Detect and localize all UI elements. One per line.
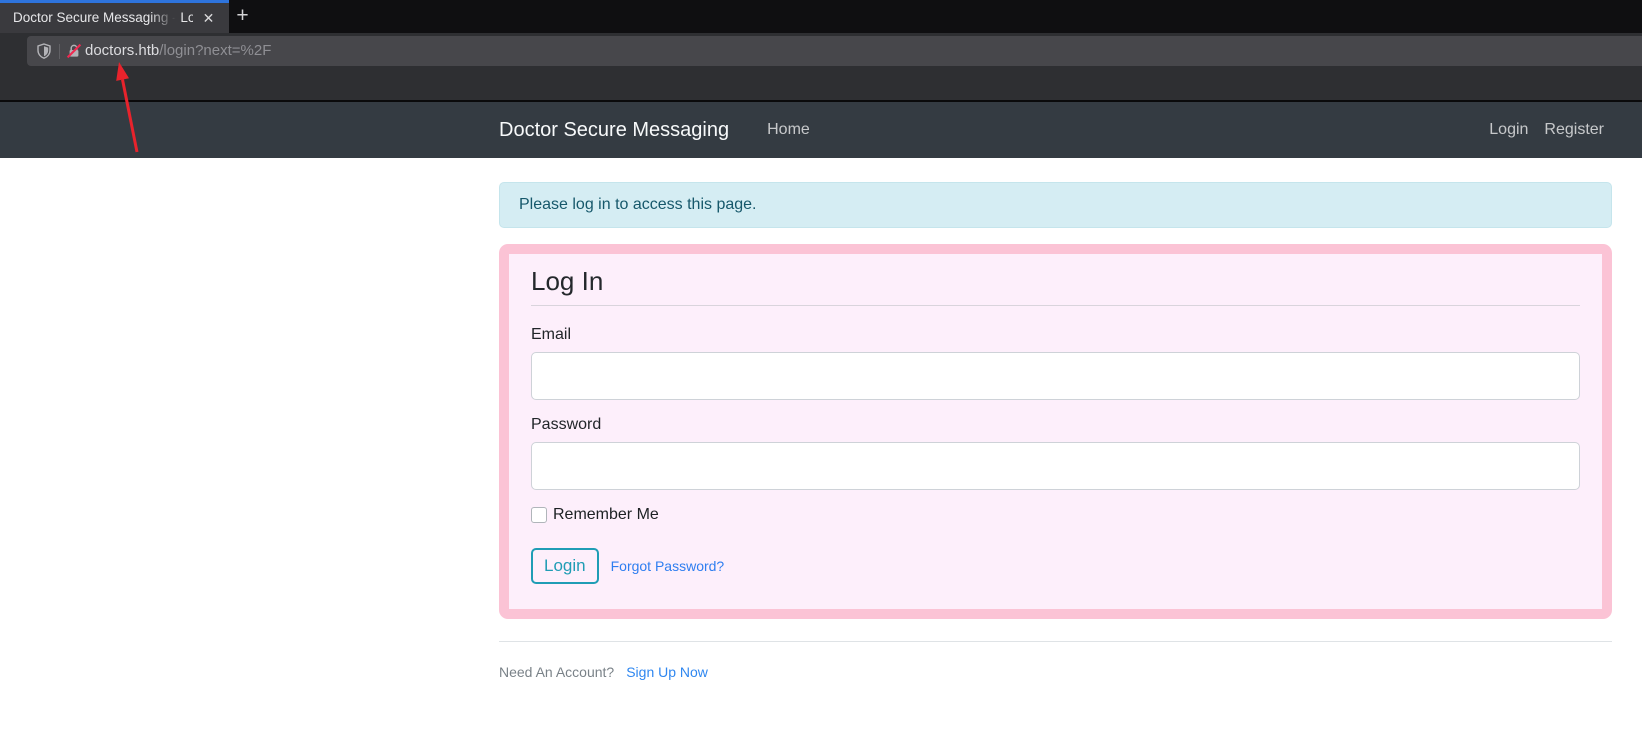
browser-tab-bar: Doctor Secure Messaging - Login ✕ + <box>0 0 1642 33</box>
new-tab-button[interactable]: + <box>229 3 256 30</box>
shield-icon[interactable] <box>36 43 52 59</box>
url-domain: doctors.htb <box>85 42 159 59</box>
login-heading: Log In <box>531 266 1580 306</box>
password-label: Password <box>531 416 1580 434</box>
nav-link-home[interactable]: Home <box>759 121 818 139</box>
email-input[interactable] <box>531 352 1580 400</box>
site-navbar: Doctor Secure Messaging Home Login Regis… <box>0 102 1642 158</box>
url-text[interactable]: doctors.htb/login?next=%2F <box>85 36 271 66</box>
remember-me-label[interactable]: Remember Me <box>553 506 659 524</box>
main-content: Please log in to access this page. Log I… <box>499 158 1612 680</box>
signup-prompt: Need An Account? <box>499 664 614 680</box>
login-button[interactable]: Login <box>531 548 599 584</box>
info-alert: Please log in to access this page. <box>499 182 1612 228</box>
signup-link[interactable]: Sign Up Now <box>626 664 708 680</box>
login-card: Log In Email Password Remember Me Login … <box>499 244 1612 619</box>
signup-footer: Need An Account? Sign Up Now <box>499 641 1612 680</box>
address-bar[interactable]: doctors.htb/login?next=%2F <box>27 36 1642 66</box>
nav-link-login[interactable]: Login <box>1481 121 1536 139</box>
forgot-password-link[interactable]: Forgot Password? <box>611 558 725 574</box>
remember-me-checkbox[interactable] <box>531 507 547 523</box>
urlbar-separator <box>59 44 60 59</box>
nav-link-register[interactable]: Register <box>1536 121 1612 139</box>
tab-close-icon[interactable]: ✕ <box>198 8 219 29</box>
password-input[interactable] <box>531 442 1580 490</box>
tab-title-fade <box>150 6 180 36</box>
insecure-lock-icon[interactable] <box>66 43 82 59</box>
browser-tab[interactable]: Doctor Secure Messaging - Login ✕ <box>0 0 229 33</box>
browser-toolbar: doctors.htb/login?next=%2F <box>0 33 1642 102</box>
navbar-right-links: Login Register <box>1481 121 1612 139</box>
navbar-brand[interactable]: Doctor Secure Messaging <box>499 119 729 142</box>
url-path: /login?next=%2F <box>159 42 271 59</box>
email-label: Email <box>531 326 1580 344</box>
